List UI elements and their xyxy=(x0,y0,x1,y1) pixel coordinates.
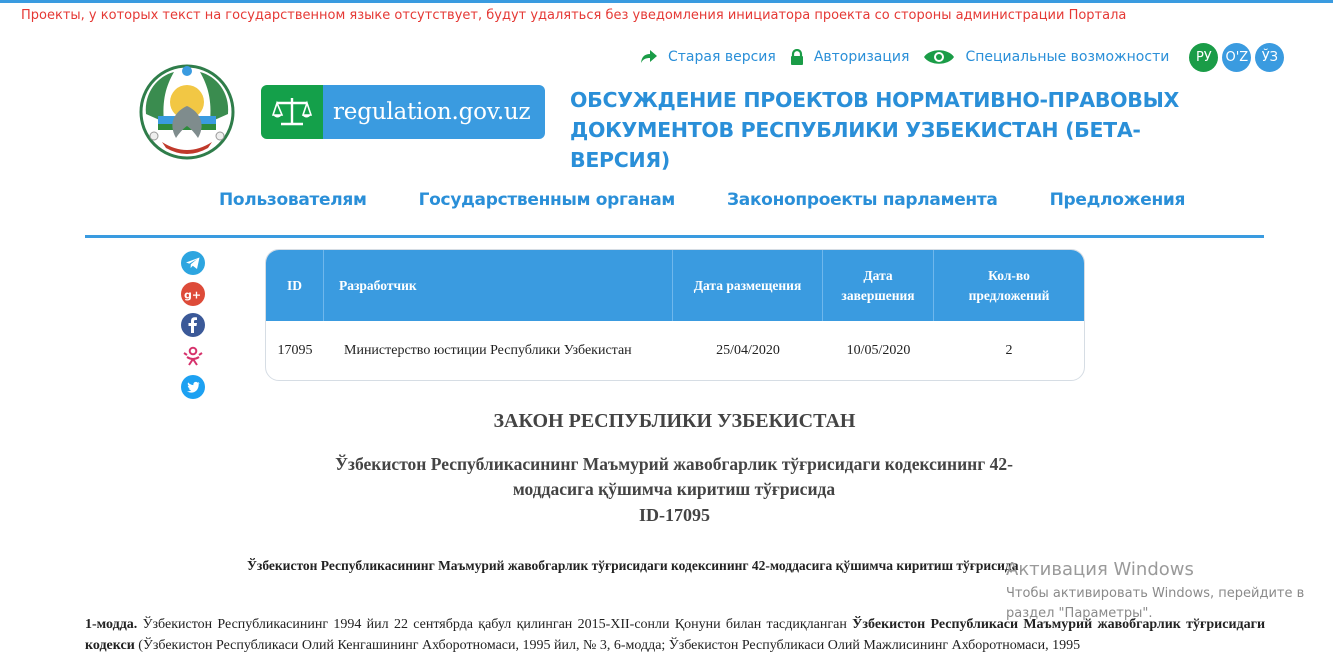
article-text-1: Ўзбекистон Республикасининг 1994 йил 22 … xyxy=(142,617,847,632)
cell-posted: 25/04/2020 xyxy=(716,343,780,358)
old-version-label: Старая версия xyxy=(668,49,776,65)
accessibility-link[interactable]: Специальные возможности xyxy=(923,48,1169,66)
watermark-line-2: Чтобы активировать Windows, перейдите в xyxy=(1006,586,1305,601)
share-arrow-icon xyxy=(641,50,657,63)
svg-text:g+: g+ xyxy=(184,289,201,302)
top-accent-line xyxy=(0,0,1333,3)
notice-banner: Проекты, у которых текст на государствен… xyxy=(21,8,1127,23)
old-version-link[interactable]: Старая версия xyxy=(640,49,776,65)
site-title: ОБСУЖДЕНИЕ ПРОЕКТОВ НОРМАТИВНО-ПРАВОВЫХ … xyxy=(570,85,1210,175)
nav-government-bodies[interactable]: Государственным органам xyxy=(393,190,701,210)
project-info-table: ID Разработчик Дата размещения Дата заве… xyxy=(265,249,1085,381)
nav-users[interactable]: Пользователям xyxy=(193,190,393,210)
site-title-line-1: ОБСУЖДЕНИЕ ПРОЕКТОВ НОРМАТИВНО-ПРАВОВЫХ xyxy=(570,88,1180,112)
eye-icon xyxy=(924,50,955,64)
cell-end-date: 10/05/2020 xyxy=(846,343,911,358)
header-count-line-1: Кол-во xyxy=(988,267,1030,283)
watermark-title: Активация Windows xyxy=(1006,559,1194,580)
header-proposal-count: Кол-во предложений xyxy=(934,250,1084,321)
document-subtitle: Ўзбекистон Республикасининг Маъмурий жав… xyxy=(270,452,1078,502)
cell-id: 17095 xyxy=(277,343,313,358)
header-id: ID xyxy=(266,250,324,321)
top-links: Старая версия Авторизация Специальные во… xyxy=(640,42,1288,72)
scales-icon xyxy=(261,85,323,139)
login-label: Авторизация xyxy=(813,49,910,65)
social-share-bar: g+ xyxy=(180,250,206,405)
header-end-date: Дата завершения xyxy=(823,250,934,321)
article-text-2: (Ўзбекистон Республикаси Олий Кенгашинин… xyxy=(138,638,1081,652)
site-logo[interactable]: regulation.gov.uz xyxy=(261,85,545,139)
table-header: ID Разработчик Дата размещения Дата заве… xyxy=(266,250,1084,321)
document-body: 1-модда. Ўзбекистон Республикасининг 199… xyxy=(85,614,1265,652)
logo-text: regulation.gov.uz xyxy=(323,85,545,139)
accessibility-label: Специальные возможности xyxy=(965,49,1170,65)
nav-proposals[interactable]: Предложения xyxy=(1024,190,1212,210)
lock-icon xyxy=(790,48,803,65)
header-developer: Разработчик xyxy=(324,250,673,321)
document-title: ЗАКОН РЕСПУБЛИКИ УЗБЕКИСТАН xyxy=(493,410,856,432)
odnoklassniki-icon[interactable] xyxy=(180,343,206,369)
article-label: 1-модда. xyxy=(85,617,138,632)
state-emblem-icon xyxy=(139,64,235,160)
login-link[interactable]: Авторизация xyxy=(790,48,910,66)
header-end-line-2: завершения xyxy=(841,287,915,303)
header-count-line-2: предложений xyxy=(968,287,1050,303)
nav-divider xyxy=(85,235,1264,238)
header-end-line-1: Дата xyxy=(863,267,893,283)
twitter-icon[interactable] xyxy=(180,374,206,400)
main-nav: Пользователям Государственным органам За… xyxy=(193,190,1211,210)
document-id: ID-17095 xyxy=(639,505,710,525)
table-row: 17095 Министерство юстиции Республики Уз… xyxy=(266,321,1084,380)
site-title-line-2: ДОКУМЕНТОВ РЕСПУБЛИКИ УЗБЕКИСТАН (БЕТА-В… xyxy=(570,118,1141,172)
nav-parliament-bills[interactable]: Законопроекты парламента xyxy=(701,190,1024,210)
cell-proposal-count: 2 xyxy=(1005,343,1013,358)
cell-developer: Министерство юстиции Республики Узбекист… xyxy=(344,343,632,358)
document-subtitle-line-2: моддасига қўшимча киритиш тўғрисида xyxy=(512,479,836,499)
lang-oz-button[interactable]: O'Z xyxy=(1222,42,1252,72)
document-subtitle-line-1: Ўзбекистон Республикасининг Маъмурий жав… xyxy=(335,454,1013,474)
google-plus-icon[interactable]: g+ xyxy=(180,281,206,307)
lang-ru-button[interactable]: РУ xyxy=(1189,42,1219,72)
document-heading: Ўзбекистон Республикасининг Маъмурий жав… xyxy=(247,558,1019,573)
facebook-icon[interactable] xyxy=(180,312,206,338)
lang-uz-cyr-button[interactable]: ЎЗ xyxy=(1255,42,1285,72)
header-posted: Дата размещения xyxy=(673,250,823,321)
telegram-icon[interactable] xyxy=(180,250,206,276)
